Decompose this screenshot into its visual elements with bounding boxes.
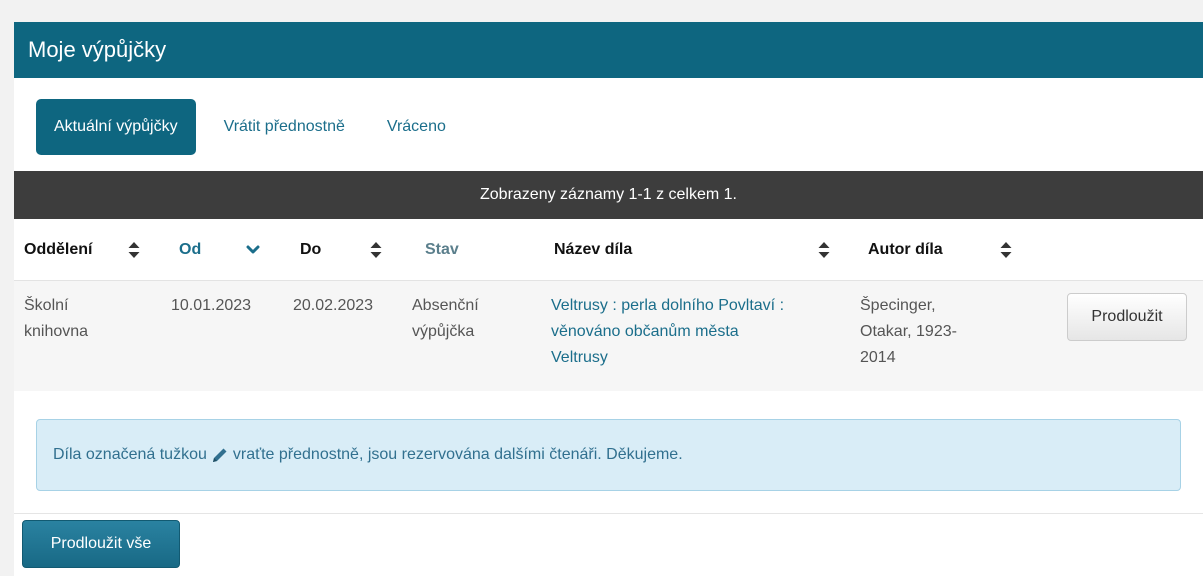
column-header-from[interactable]: Od [179,219,201,281]
renew-button[interactable]: Prodloužit [1067,293,1187,341]
cell-author-line: 2014 [860,349,896,366]
sort-both-icon[interactable] [127,240,141,260]
cell-title-line: Veltrusy : perla dolního Povltaví : [551,297,785,314]
cell-title-link[interactable]: Veltrusy : perla dolního Povltaví : věno… [551,293,784,371]
loans-panel: Moje výpůjčky Aktuální výpůjčky Vrátit p… [14,22,1203,576]
records-count-bar: Zobrazeny záznamy 1-1 z celkem 1. [14,171,1203,219]
table-header: Oddělení Od Do Stav Název díla Autor díl… [14,219,1203,281]
cell-author-line: Otakar, 1923- [860,323,957,340]
cell-status-line: Absenční [412,297,479,314]
cell-author: Špecinger, Otakar, 1923- 2014 [860,293,957,371]
renew-all-button[interactable]: Prodloužit vše [22,520,180,568]
cell-title-line: Veltrusy [551,349,608,366]
table-row: Školní knihovna 10.01.2023 20.02.2023 Ab… [14,281,1203,391]
info-alert: Díla označená tužkou vraťte přednostně, … [36,419,1181,491]
cell-title-line: věnováno občanům města [551,323,739,340]
column-header-to[interactable]: Do [300,219,321,281]
column-header-department[interactable]: Oddělení [24,219,92,281]
column-header-status: Stav [425,241,459,258]
cell-department: Školní knihovna [24,293,88,345]
column-header-title[interactable]: Název díla [554,219,632,281]
cell-status: Absenční výpůjčka [412,293,479,345]
cell-department-line: knihovna [24,323,89,340]
info-text-before: Díla označená tužkou [53,446,207,463]
cell-to-date: 20.02.2023 [293,297,374,314]
panel-title: Moje výpůjčky [14,22,1203,78]
footer-divider [14,513,1203,514]
sort-both-icon[interactable] [999,240,1013,260]
cell-department-line: Školní [24,297,69,314]
tab-current-loans[interactable]: Aktuální výpůjčky [36,99,196,155]
chevron-down-icon[interactable] [246,240,260,260]
tab-return-priority[interactable]: Vrátit přednostně [208,99,361,155]
column-header-author[interactable]: Autor díla [868,219,943,281]
loan-tabs: Aktuální výpůjčky Vrátit přednostně Vrác… [36,99,462,155]
pencil-icon [212,448,227,462]
cell-author-line: Špecinger, [860,297,936,314]
cell-status-line: výpůjčka [412,323,475,340]
cell-from-date: 10.01.2023 [171,297,252,314]
sort-both-icon[interactable] [817,240,831,260]
tab-returned[interactable]: Vráceno [371,99,462,155]
sort-both-icon[interactable] [369,240,383,260]
info-text-after: vraťte přednostně, jsou rezervována dalš… [232,446,683,463]
